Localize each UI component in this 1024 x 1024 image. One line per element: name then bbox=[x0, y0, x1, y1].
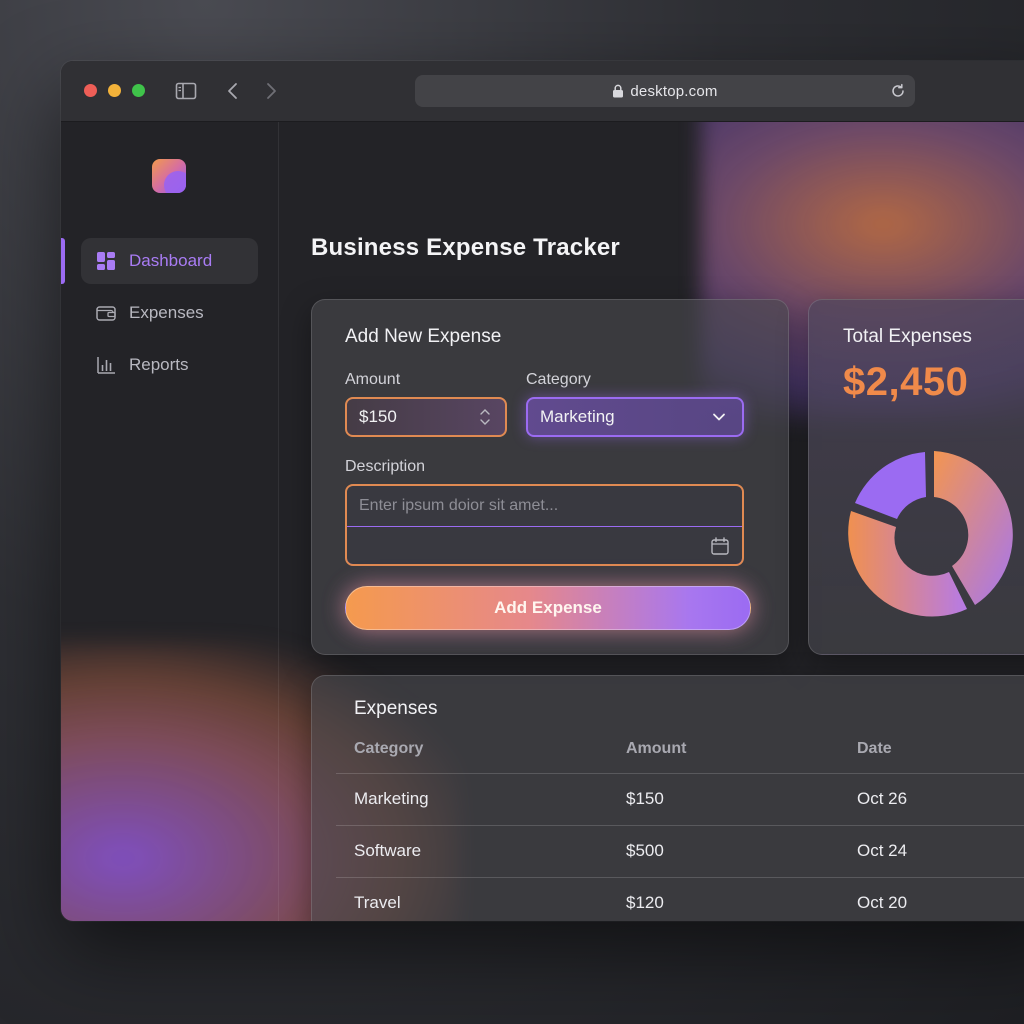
description-field[interactable]: Enter ipsum doior sit amet... bbox=[345, 484, 744, 566]
category-label: Category bbox=[526, 371, 591, 388]
bar-chart-icon bbox=[97, 357, 115, 374]
sidebar-item-reports[interactable]: Reports bbox=[81, 342, 258, 388]
cell-category: Travel bbox=[354, 893, 401, 912]
browser-titlebar: desktop.com bbox=[61, 61, 1024, 122]
minimize-window-button[interactable] bbox=[108, 84, 121, 97]
cell-amount: $150 bbox=[626, 789, 664, 808]
card-title: Add New Expense bbox=[345, 326, 502, 347]
close-window-button[interactable] bbox=[84, 84, 97, 97]
calendar-icon[interactable] bbox=[710, 536, 730, 556]
wallet-icon bbox=[96, 306, 116, 321]
column-header-date[interactable]: Date bbox=[857, 740, 892, 758]
total-expenses-title: Total Expenses bbox=[843, 326, 972, 347]
donut-chart bbox=[848, 451, 1013, 617]
app-logo bbox=[152, 159, 186, 193]
sidebar: Dashboard Expenses Reports bbox=[61, 122, 279, 921]
dashboard-icon bbox=[97, 252, 115, 270]
description-label: Description bbox=[345, 458, 426, 475]
sidebar-item-label: Expenses bbox=[129, 303, 204, 322]
cell-amount: $120 bbox=[626, 893, 664, 912]
sidebar-item-label: Reports bbox=[129, 355, 189, 374]
date-input[interactable] bbox=[347, 526, 742, 564]
amount-input[interactable]: $150 bbox=[345, 397, 507, 437]
cell-date: Oct 24 bbox=[857, 841, 908, 860]
page-title: Business Expense Tracker bbox=[311, 234, 620, 261]
total-expenses-card: Total Expenses $2,450 bbox=[808, 299, 1024, 655]
description-placeholder: Enter ipsum doior sit amet... bbox=[359, 497, 559, 514]
cell-date: Oct 20 bbox=[857, 893, 908, 912]
cell-date: Oct 26 bbox=[857, 789, 908, 808]
sidebar-item-expenses[interactable]: Expenses bbox=[81, 290, 258, 336]
table-row[interactable]: Software $500 Oct 24 bbox=[336, 825, 1024, 877]
cell-amount: $500 bbox=[626, 841, 664, 860]
cell-category: Marketing bbox=[354, 789, 429, 808]
chevron-left-icon[interactable] bbox=[221, 79, 245, 103]
add-expense-card: Add New Expense Amount Category $150 Mar… bbox=[311, 299, 789, 655]
reload-icon[interactable] bbox=[889, 82, 907, 100]
chevron-down-icon bbox=[713, 413, 725, 421]
column-header-amount[interactable]: Amount bbox=[626, 740, 686, 758]
chevron-right-icon[interactable] bbox=[259, 79, 283, 103]
url-text: desktop.com bbox=[630, 82, 718, 100]
sidebar-toggle-icon[interactable] bbox=[174, 79, 198, 103]
active-indicator bbox=[61, 238, 65, 284]
sidebar-item-label: Dashboard bbox=[129, 251, 213, 270]
browser-window: desktop.com Dashboard Expenses Reports B… bbox=[61, 61, 1024, 921]
total-expenses-value: $2,450 bbox=[843, 360, 969, 404]
column-header-category[interactable]: Category bbox=[354, 740, 423, 758]
category-select[interactable]: Marketing bbox=[526, 397, 744, 437]
donut-segment bbox=[848, 511, 967, 617]
table-row[interactable]: Travel $120 Oct 20 bbox=[336, 877, 1024, 921]
table-row[interactable]: Marketing $150 Oct 26 bbox=[336, 773, 1024, 825]
expenses-table-card: Expenses Category Amount Date Marketing … bbox=[311, 675, 1024, 921]
amount-label: Amount bbox=[345, 371, 401, 388]
donut-segment bbox=[855, 452, 926, 519]
app-content: Dashboard Expenses Reports Business Expe… bbox=[61, 122, 1024, 921]
maximize-window-button[interactable] bbox=[132, 84, 145, 97]
category-value: Marketing bbox=[540, 407, 615, 426]
sidebar-item-dashboard[interactable]: Dashboard bbox=[81, 238, 258, 284]
description-input[interactable]: Enter ipsum doior sit amet... bbox=[347, 486, 742, 527]
stepper-icon[interactable] bbox=[479, 406, 491, 428]
table-title: Expenses bbox=[354, 698, 438, 719]
add-expense-button-label: Add Expense bbox=[494, 598, 602, 617]
add-expense-button[interactable]: Add Expense bbox=[345, 586, 751, 630]
amount-value: $150 bbox=[359, 407, 397, 426]
lock-icon bbox=[613, 84, 624, 98]
address-bar[interactable]: desktop.com bbox=[415, 75, 915, 107]
cell-category: Software bbox=[354, 841, 422, 860]
